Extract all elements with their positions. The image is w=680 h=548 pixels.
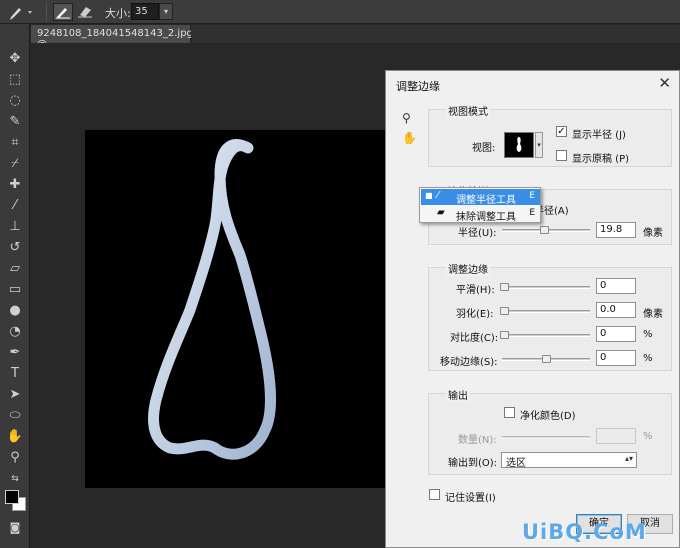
feather-field[interactable]: 0.0 xyxy=(596,302,636,318)
shift-edge-unit: % xyxy=(643,353,653,364)
view-thumbnail-icon xyxy=(516,137,522,152)
erase-refinements-mode-button[interactable] xyxy=(76,3,96,21)
tool-preset-picker[interactable] xyxy=(8,3,36,21)
feather-label: 羽化(E): xyxy=(456,309,494,320)
amount-unit: % xyxy=(643,431,653,442)
blur-icon[interactable]: ● xyxy=(4,302,26,320)
quick-mask-icon[interactable]: ◙ xyxy=(4,519,26,537)
size-input[interactable]: 35 xyxy=(131,3,159,20)
decontaminate-checkbox[interactable] xyxy=(504,407,515,418)
pen-icon[interactable]: ✒ xyxy=(4,344,26,362)
show-original-label: 显示原稿 (P) xyxy=(572,154,630,165)
close-icon[interactable]: ✕ xyxy=(658,74,671,92)
eyedropper-icon[interactable]: ⌿ xyxy=(4,155,26,173)
smooth-label: 平滑(H): xyxy=(456,285,495,296)
adjust-edge-title: 调整边缘 xyxy=(446,261,490,276)
dodge-icon[interactable]: ◔ xyxy=(4,323,26,341)
radius-field[interactable]: 19.8 xyxy=(596,222,636,238)
quick-select-icon[interactable]: ✎ xyxy=(4,113,26,131)
hand-icon[interactable]: ✋ xyxy=(4,428,26,446)
smooth-slider-thumb[interactable] xyxy=(500,283,509,291)
size-dropdown-button[interactable]: ▾ xyxy=(159,3,173,20)
remember-settings-label: 记住设置(I) xyxy=(445,493,496,504)
erase-refinements-icon: ▰ xyxy=(437,207,445,218)
radius-slider[interactable] xyxy=(502,226,590,234)
amount-slider[interactable] xyxy=(502,436,590,439)
amount-field[interactable] xyxy=(596,428,636,444)
output-to-select[interactable]: 选区 ▴▾ xyxy=(501,452,637,469)
stamp-icon[interactable]: ⊥ xyxy=(4,218,26,236)
feather-unit: 像素 xyxy=(643,309,663,320)
color-swatches[interactable] xyxy=(5,490,26,511)
chevron-down-icon: ▴▾ xyxy=(624,454,633,463)
show-radius-checkbox[interactable]: ✓ xyxy=(556,126,567,137)
eraser-icon[interactable]: ▱ xyxy=(4,260,26,278)
type-icon[interactable]: T xyxy=(4,365,26,383)
feather-slider[interactable] xyxy=(500,307,590,315)
smooth-field[interactable]: 0 xyxy=(596,278,636,294)
contrast-unit: % xyxy=(643,329,653,340)
decontaminate-label: 净化颜色(D) xyxy=(520,411,576,422)
tools-panel: ✥ ⬚ ◌ ✎ ⌗ ⌿ ✚ ⁄ ⊥ ↺ ▱ ▭ ● ◔ ✒ T ➤ ⬭ ✋ ⚲ … xyxy=(0,24,30,548)
zoom-icon[interactable]: ⚲ xyxy=(4,449,26,467)
options-bar: 大小: 35 ▾ xyxy=(0,0,680,24)
shift-edge-slider[interactable] xyxy=(502,355,590,363)
history-brush-icon[interactable]: ↺ xyxy=(4,239,26,257)
watermark-logo: UiBQ.CoM xyxy=(522,520,647,544)
remember-settings-checkbox[interactable] xyxy=(429,489,440,500)
show-original-checkbox[interactable] xyxy=(556,150,567,161)
refine-radius-icon xyxy=(56,8,70,19)
shift-edge-slider-thumb[interactable] xyxy=(542,355,551,363)
view-mode-title: 视图模式 xyxy=(446,103,490,118)
show-radius-label: 显示半径 (J) xyxy=(572,130,626,141)
swap-colors-icon[interactable]: ⇆ xyxy=(4,470,26,488)
contrast-slider[interactable] xyxy=(500,331,590,339)
shift-edge-field[interactable]: 0 xyxy=(596,350,636,366)
radius-unit: 像素 xyxy=(643,228,663,239)
refine-radius-icon: ⁄ xyxy=(437,190,439,201)
refine-radius-mode-button[interactable] xyxy=(53,3,73,21)
smooth-slider[interactable] xyxy=(500,283,590,291)
path-select-icon[interactable]: ➤ xyxy=(4,386,26,404)
tool-flyout-menu: ■ ⁄ 调整半径工具 E ▰ 抹除调整工具 E xyxy=(419,187,541,223)
selection-edge-preview xyxy=(148,139,276,460)
foreground-color-swatch[interactable] xyxy=(5,490,19,504)
brush-icon[interactable]: ⁄ xyxy=(4,197,26,215)
brush-icon xyxy=(10,8,32,20)
crop-icon[interactable]: ⌗ xyxy=(4,134,26,152)
view-label: 视图: xyxy=(472,143,496,154)
move-icon[interactable]: ✥ xyxy=(4,50,26,68)
flyout-item-refine-radius[interactable]: ■ ⁄ 调整半径工具 E xyxy=(421,189,540,206)
output-title: 输出 xyxy=(446,387,470,402)
output-to-label: 输出到(O): xyxy=(448,458,498,469)
radius-label: 半径(U): xyxy=(458,228,497,239)
contrast-label: 对比度(C): xyxy=(450,333,499,344)
hand-icon[interactable]: ✋ xyxy=(402,131,417,145)
shift-edge-label: 移动边缘(S): xyxy=(440,357,498,368)
marquee-icon[interactable]: ⬚ xyxy=(4,71,26,89)
size-label: 大小: xyxy=(105,7,131,20)
refine-edge-dialog: 调整边缘 ✕ ⚲ ✋ 视图模式 视图: ▾ ✓ 显示半径 (J) 显示原稿 (P… xyxy=(385,70,680,548)
amount-label: 数量(N): xyxy=(458,435,497,446)
flyout-item-erase-refinements[interactable]: ▰ 抹除调整工具 E xyxy=(421,206,540,223)
view-dropdown-button[interactable]: ▾ xyxy=(535,132,543,158)
document-tab[interactable]: 9248108_184041548143_2.jpg @ xyxy=(31,25,193,50)
zoom-icon[interactable]: ⚲ xyxy=(402,111,411,125)
healing-icon[interactable]: ✚ xyxy=(4,176,26,194)
lasso-icon[interactable]: ◌ xyxy=(4,92,26,110)
radius-slider-thumb[interactable] xyxy=(540,226,549,234)
dialog-title: 调整边缘 xyxy=(396,80,440,93)
shape-icon[interactable]: ⬭ xyxy=(4,407,26,425)
contrast-slider-thumb[interactable] xyxy=(500,331,509,339)
feather-slider-thumb[interactable] xyxy=(500,307,509,315)
contrast-field[interactable]: 0 xyxy=(596,326,636,342)
image-canvas[interactable] xyxy=(85,130,390,488)
view-preview-thumbnail[interactable] xyxy=(504,132,534,158)
gradient-icon[interactable]: ▭ xyxy=(4,281,26,299)
erase-refinements-icon xyxy=(78,7,92,18)
